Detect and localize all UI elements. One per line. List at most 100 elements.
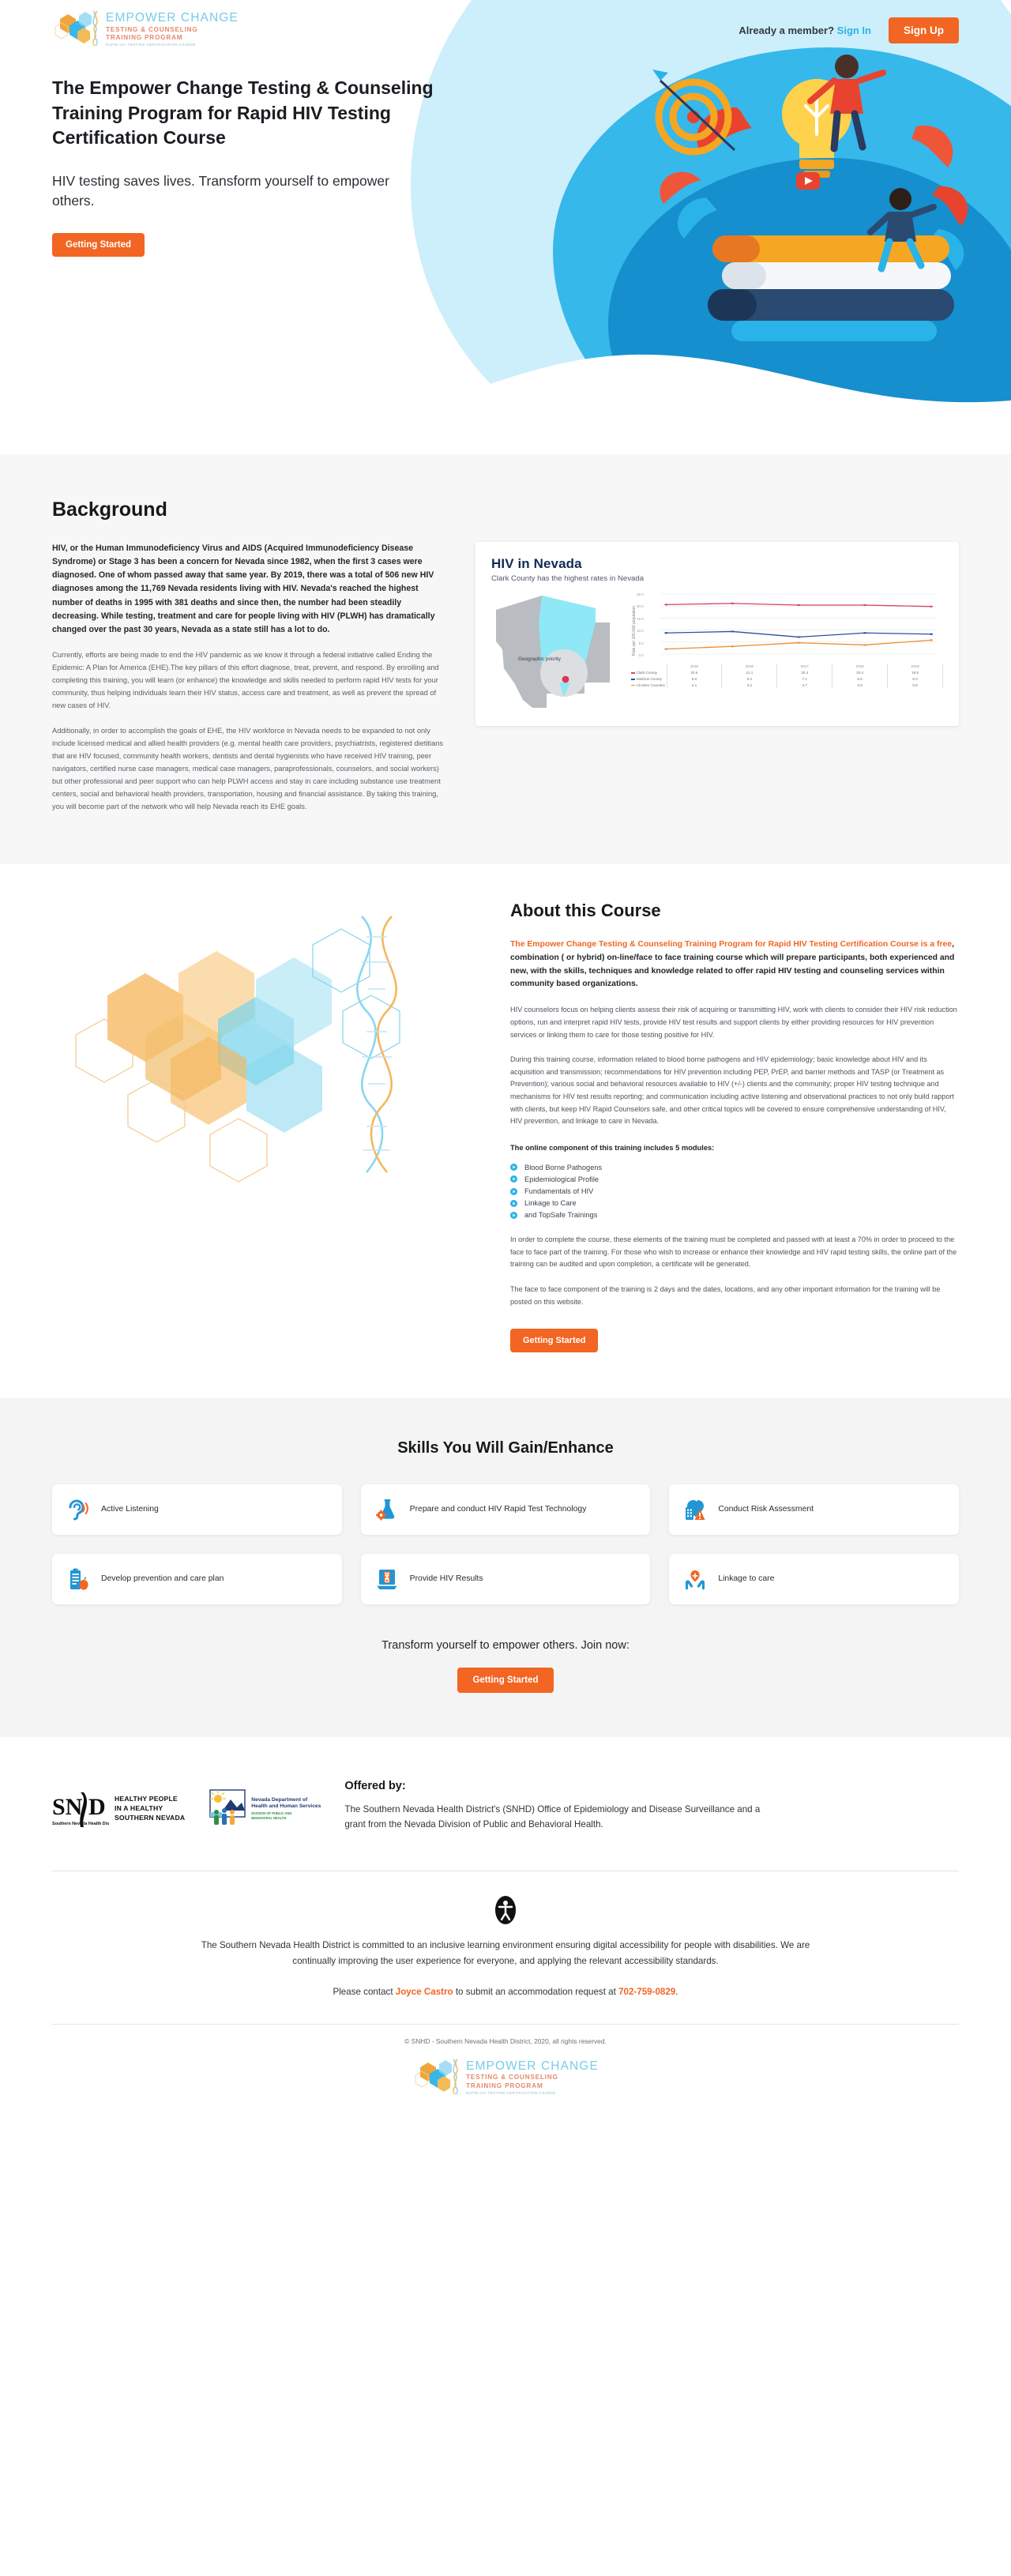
chart-series-value: 21.1 — [721, 669, 778, 676]
hero-copy: The Empower Change Testing & Counseling … — [0, 49, 506, 257]
hero-section: EMPOWER CHANGE TESTING & COUNSELING TRAI… — [0, 0, 1011, 454]
accessibility-icon — [495, 1895, 516, 1924]
skills-title: Skills You Will Gain/Enhance — [397, 1439, 614, 1457]
chart-table-year: 2019 — [887, 664, 943, 670]
skill-card[interactable]: Provide HIV Results — [360, 1554, 651, 1605]
about-course-section: About this Course The Empower Change Tes… — [0, 863, 1011, 1399]
chart-series-value: 8.8 — [832, 675, 889, 683]
module-list-item: and TopSafe Trainings — [510, 1209, 959, 1221]
chart-table-header-row: 2015 2016 2017 2018 2019 — [630, 664, 943, 670]
module-label: Linkage to Care — [524, 1199, 577, 1208]
about-illustration — [52, 901, 479, 1232]
about-getting-started-button[interactable]: Getting Started — [510, 1329, 599, 1353]
care-plan-icon — [66, 1567, 90, 1591]
chart-series-value: 20.6 — [667, 669, 723, 676]
footer-logo-line-3: TRAINING PROGRAM — [466, 2081, 543, 2089]
skills-getting-started-button[interactable]: Getting Started — [457, 1668, 554, 1694]
chart-table-corner — [630, 664, 667, 670]
logo-line-4: RAPID HIV TESTING CERTIFICATION COURSE — [106, 43, 196, 47]
about-text-column: About this Course The Empower Change Tes… — [510, 900, 959, 1353]
chart-data-table: 2015 2016 2017 2018 2019 Clark County 20.6 21.1… — [630, 664, 943, 689]
offered-by-heading: Offered by: — [344, 1780, 406, 1793]
accessibility-contact-line: Please contact Joyce Castro to submit an… — [52, 1987, 959, 1997]
chart-table-year: 2016 — [721, 664, 778, 670]
offered-by-body: The Southern Nevada Health District's (S… — [344, 1804, 761, 1830]
chart-series-name: All other Counties — [630, 682, 667, 689]
skill-card[interactable]: Develop prevention and care plan — [52, 1554, 342, 1605]
logo-line-3: TRAINING PROGRAM — [106, 34, 183, 42]
svg-text:SN: SN — [52, 1794, 83, 1820]
member-prompt: Already a member? Sign In — [739, 24, 871, 36]
chart-table-row: Washoe County 8.8 9.4 7.1 8.8 8.3 — [630, 675, 943, 683]
play-circle-icon — [510, 1187, 517, 1195]
contact-name-link[interactable]: Joyce Castro — [396, 1987, 453, 1997]
chart-ytick-0: 25.0 — [637, 592, 644, 596]
ear-listening-icon — [66, 1498, 90, 1521]
about-title: About this Course — [510, 900, 661, 920]
module-list-item: Linkage to Care — [510, 1198, 959, 1209]
hero-getting-started-button[interactable]: Getting Started — [52, 232, 145, 257]
auth-controls: Already a member? Sign In Sign Up — [739, 8, 959, 43]
member-prompt-label: Already a member? — [739, 24, 835, 36]
footer-logo[interactable]: EMPOWER CHANGE TESTING & COUNSELING TRAI… — [0, 2045, 1011, 2129]
footer-logo-line-4: RAPID HIV TESTING CERTIFICATION COURSE — [466, 2090, 556, 2095]
skill-label: Linkage to care — [718, 1574, 775, 1584]
site-logo[interactable]: EMPOWER CHANGE TESTING & COUNSELING TRAI… — [52, 8, 239, 49]
chart-series-name: Clark County — [630, 669, 667, 676]
skill-card[interactable]: Prepare and conduct HIV Rapid Test Techn… — [360, 1484, 651, 1536]
empower-change-logo-icon — [54, 10, 98, 47]
chart-ytick-2: 15.0 — [637, 616, 644, 621]
chart-subtitle: Clark County has the highest rates in Ne… — [491, 574, 645, 583]
play-circle-icon — [510, 1164, 517, 1171]
footer-logo-line-2: TESTING & COUNSELING — [466, 2074, 558, 2081]
chart-title: HIV in Nevada — [491, 556, 582, 571]
snhd-tagline-line-2: IN A HEALTHY — [115, 1804, 163, 1813]
sign-in-link[interactable]: Sign In — [837, 24, 871, 36]
about-modules-list: Blood Borne Pathogens Epidemiological Pro… — [510, 1161, 959, 1221]
chart-series-value: 20.4 — [776, 669, 833, 676]
contact-middle: to submit an accommodation request at — [453, 1986, 619, 1997]
footer-logo-line-1: EMPOWER CHANGE — [466, 2059, 599, 2073]
accessibility-section: The Southern Nevada Health District is c… — [0, 1871, 1011, 1997]
chart-series-value: 20.4 — [832, 669, 889, 676]
about-lead-highlight: The Empower Change Testing & Counseling … — [510, 939, 953, 949]
skills-card-grid: Active Listening Prepare and conduct HIV … — [52, 1484, 959, 1605]
module-label: and TopSafe Trainings — [524, 1211, 598, 1220]
chart-table-row: All other Counties 2.1 3.2 4.7 3.8 5.8 — [630, 682, 943, 689]
hero-subtitle: HIV testing saves lives. Transform yours… — [52, 173, 389, 209]
skill-label: Provide HIV Results — [409, 1574, 483, 1584]
chart-series-value: 3.8 — [832, 682, 889, 689]
top-bar: EMPOWER CHANGE TESTING & COUNSELING TRAI… — [0, 0, 1011, 49]
chart-series-value: 5.8 — [887, 682, 943, 689]
module-list-item: Blood Borne Pathogens — [510, 1161, 959, 1173]
contact-phone-link[interactable]: 702-759-0829 — [618, 1987, 675, 1997]
background-paragraph-2: Currently, efforts are being made to end… — [52, 651, 439, 710]
test-results-icon — [375, 1567, 399, 1591]
partner-logos: SN D Southern Nevada Health District HEA… — [52, 1773, 321, 1829]
background-lead-paragraph: HIV, or the Human Immunodeficiency Virus… — [52, 543, 435, 634]
chart-series-value: 8.3 — [887, 675, 943, 683]
chart-series-value: 19.8 — [887, 669, 943, 676]
chart-ytick-5: 0.0 — [638, 652, 644, 657]
module-label: Blood Borne Pathogens — [524, 1163, 603, 1171]
skill-label: Develop prevention and care plan — [101, 1574, 224, 1584]
chart-series-name: Washoe County — [630, 675, 667, 683]
skill-card[interactable]: Conduct Risk Assessment — [669, 1484, 959, 1536]
about-lead-paragraph: The Empower Change Testing & Counseling … — [510, 938, 959, 991]
chart-plot-area — [660, 593, 938, 655]
skill-label: Active Listening — [101, 1505, 159, 1514]
page-footer: © SNHD - Southern Nevada Health District… — [0, 2025, 1011, 2129]
hero-title: The Empower Change Testing & Counseling … — [52, 77, 434, 149]
logo-line-2: TESTING & COUNSELING — [106, 25, 198, 33]
chart-series-value: 7.1 — [776, 675, 833, 683]
skill-card[interactable]: Active Listening — [52, 1484, 342, 1536]
module-list-item: Fundamentals of HIV — [510, 1185, 959, 1197]
chart-ytick-3: 10.0 — [637, 629, 644, 634]
join-button-wrapper: Getting Started — [52, 1668, 959, 1694]
chart-series-value: 3.2 — [721, 682, 778, 689]
sign-up-button[interactable]: Sign Up — [889, 17, 959, 43]
snhd-tagline: HEALTHY PEOPLE IN A HEALTHY SOUTHERN NEV… — [115, 1794, 185, 1822]
chart-y-axis-label: Rate per 100,000 population — [632, 605, 637, 656]
offered-by-section: SN D Southern Nevada Health District HEA… — [0, 1737, 1011, 1850]
skill-card[interactable]: Linkage to care — [669, 1554, 959, 1605]
